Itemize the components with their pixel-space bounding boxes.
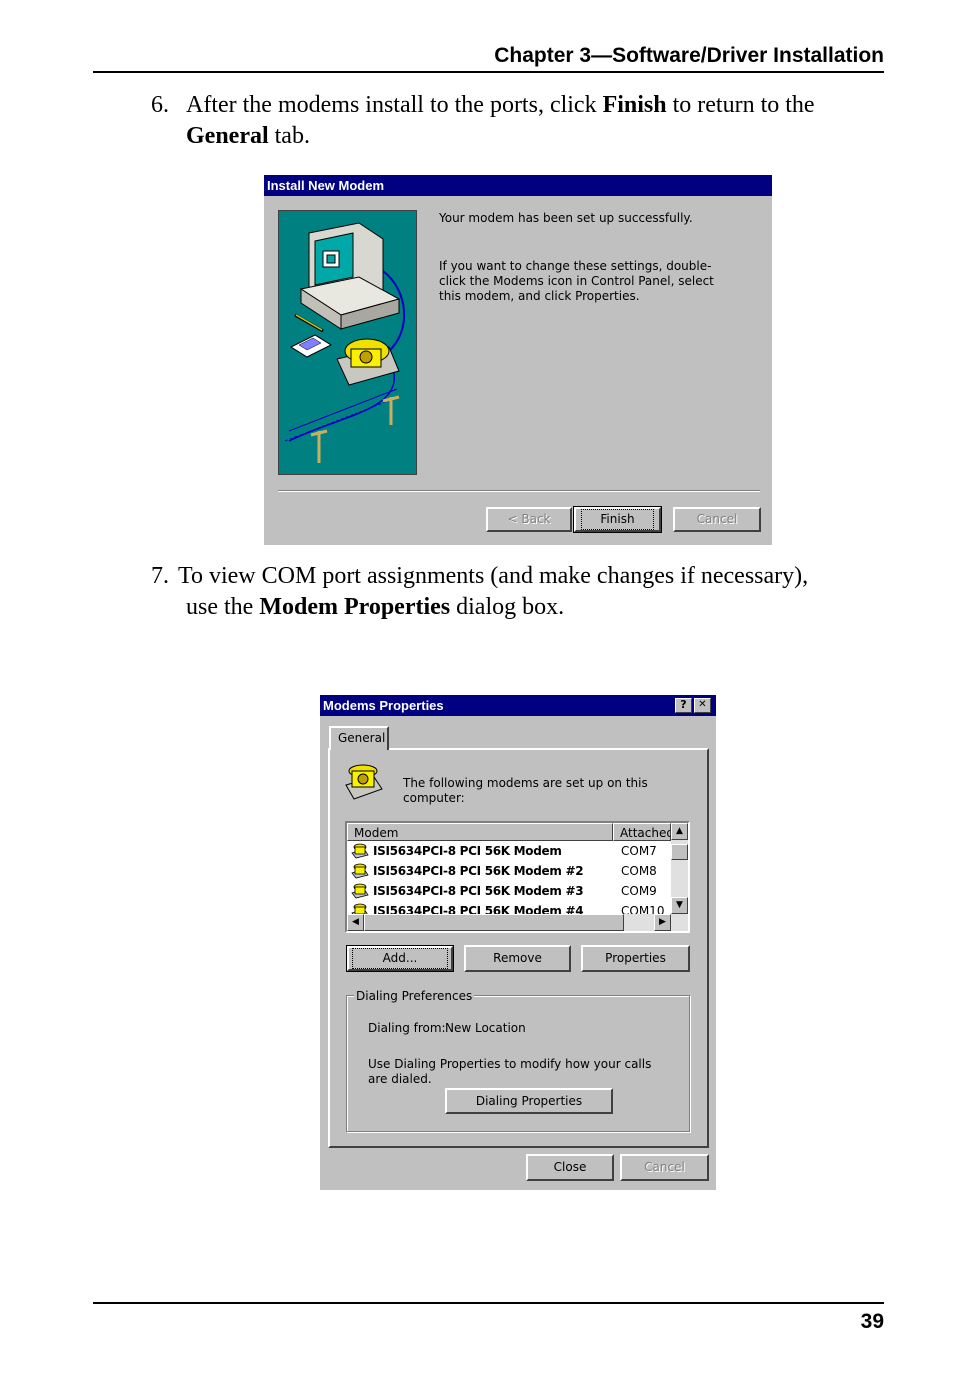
computer-phone-illustration-icon (284, 222, 406, 463)
modems-properties-dialog: Modems Properties ? ✕ General The follow… (320, 695, 716, 1190)
scroll-left-icon[interactable]: ◀ (347, 914, 364, 931)
step-6-text: After the modems install to the ports, c… (186, 90, 886, 152)
step-7-text-line2: use the Modem Properties dialog box. (186, 592, 886, 623)
install-success-message: Your modem has been set up successfully. (439, 211, 693, 225)
scroll-up-icon[interactable]: ▲ (671, 823, 688, 840)
step-6-general-bold: General (186, 123, 269, 149)
dialing-from-value: New Location (445, 1021, 526, 1035)
modem-port: COM7 (621, 844, 657, 858)
install-instructions-message: If you want to change these settings, do… (439, 259, 714, 303)
dialing-note-text: Use Dialing Properties to modify how you… (368, 1057, 652, 1086)
modems-list[interactable]: Modem Attached ISI5634PCI-8 PCI 56K Mode… (345, 821, 690, 933)
finish-button-label: Finish (581, 509, 654, 530)
horizontal-scroll-thumb[interactable] (364, 914, 624, 931)
tab-general-label: General (338, 731, 386, 745)
modem-list-item[interactable]: ISI5634PCI-8 PCI 56K Modem #2 COM8 (349, 861, 669, 881)
modem-port: COM9 (621, 884, 657, 898)
scroll-thumb[interactable] (671, 844, 688, 860)
step-7-text-b: use the (186, 594, 260, 620)
install-dialog-title: Install New Modem (264, 175, 772, 196)
modem-port: COM8 (621, 864, 657, 878)
install-new-modem-dialog: Install New Modem Your modem has been se… (264, 175, 772, 545)
dialing-from-label: Dialing from: (368, 1021, 446, 1035)
page-number: 39 (860, 1310, 884, 1333)
install-cancel-button[interactable]: Cancel (673, 507, 761, 532)
step-7-text-c: dialog box. (450, 594, 565, 620)
modem-name: ISI5634PCI-8 PCI 56K Modem (373, 844, 562, 858)
header-rule (93, 71, 884, 73)
add-button-label: Add... (351, 948, 449, 969)
step-6-number: 6. (151, 92, 169, 118)
step-7-modem-properties-bold: Modem Properties (259, 594, 451, 620)
dialing-properties-button[interactable]: Dialing Properties (445, 1088, 613, 1114)
scroll-down-icon[interactable]: ▼ (671, 897, 688, 914)
horizontal-scrollbar[interactable]: ◀ ▶ (347, 914, 688, 931)
back-button[interactable]: < Back (486, 507, 572, 532)
modems-dialog-title: Modems Properties (320, 695, 716, 716)
scroll-right-icon[interactable]: ▶ (654, 914, 671, 931)
step-7-text-line1: To view COM port assignments (and make c… (178, 563, 809, 589)
step-6-text-c: tab. (268, 123, 310, 149)
close-icon[interactable]: ✕ (694, 698, 711, 713)
step-6-text-a: After the modems install to the ports, c… (186, 92, 603, 118)
step-6-finish-bold: Finish (602, 92, 667, 118)
help-button[interactable]: ? (675, 698, 692, 713)
dialing-preferences-label: Dialing Preferences (354, 989, 475, 1004)
modem-setup-illustration (278, 210, 417, 475)
column-header-attached[interactable]: Attached (613, 823, 671, 841)
tab-general[interactable]: General (329, 726, 389, 750)
column-header-modem[interactable]: Modem (347, 823, 613, 841)
footer-rule (93, 1302, 884, 1304)
modems-intro-text: The following modems are set up on this … (403, 776, 648, 805)
modem-name: ISI5634PCI-8 PCI 56K Modem #3 (373, 884, 584, 898)
step-7-number: 7. (151, 563, 169, 589)
properties-button[interactable]: Properties (581, 945, 690, 972)
modems-cancel-button[interactable]: Cancel (620, 1154, 709, 1181)
install-dialog-separator (278, 490, 760, 492)
close-button[interactable]: Close (526, 1154, 614, 1181)
modem-name: ISI5634PCI-8 PCI 56K Modem #2 (373, 864, 584, 878)
chapter-header: Chapter 3—Software/Driver Installation (494, 44, 884, 67)
step-6-text-b: to return to the (666, 92, 815, 118)
telephone-icon (345, 764, 383, 800)
modem-list-item[interactable]: ISI5634PCI-8 PCI 56K Modem #3 COM9 (349, 881, 669, 901)
finish-button[interactable]: Finish (573, 506, 662, 533)
vertical-scrollbar[interactable]: ▲ ▼ (671, 823, 688, 914)
remove-button[interactable]: Remove (464, 945, 571, 972)
add-modem-button[interactable]: Add... (346, 945, 454, 972)
modem-list-item[interactable]: ISI5634PCI-8 PCI 56K Modem COM7 (349, 841, 669, 861)
